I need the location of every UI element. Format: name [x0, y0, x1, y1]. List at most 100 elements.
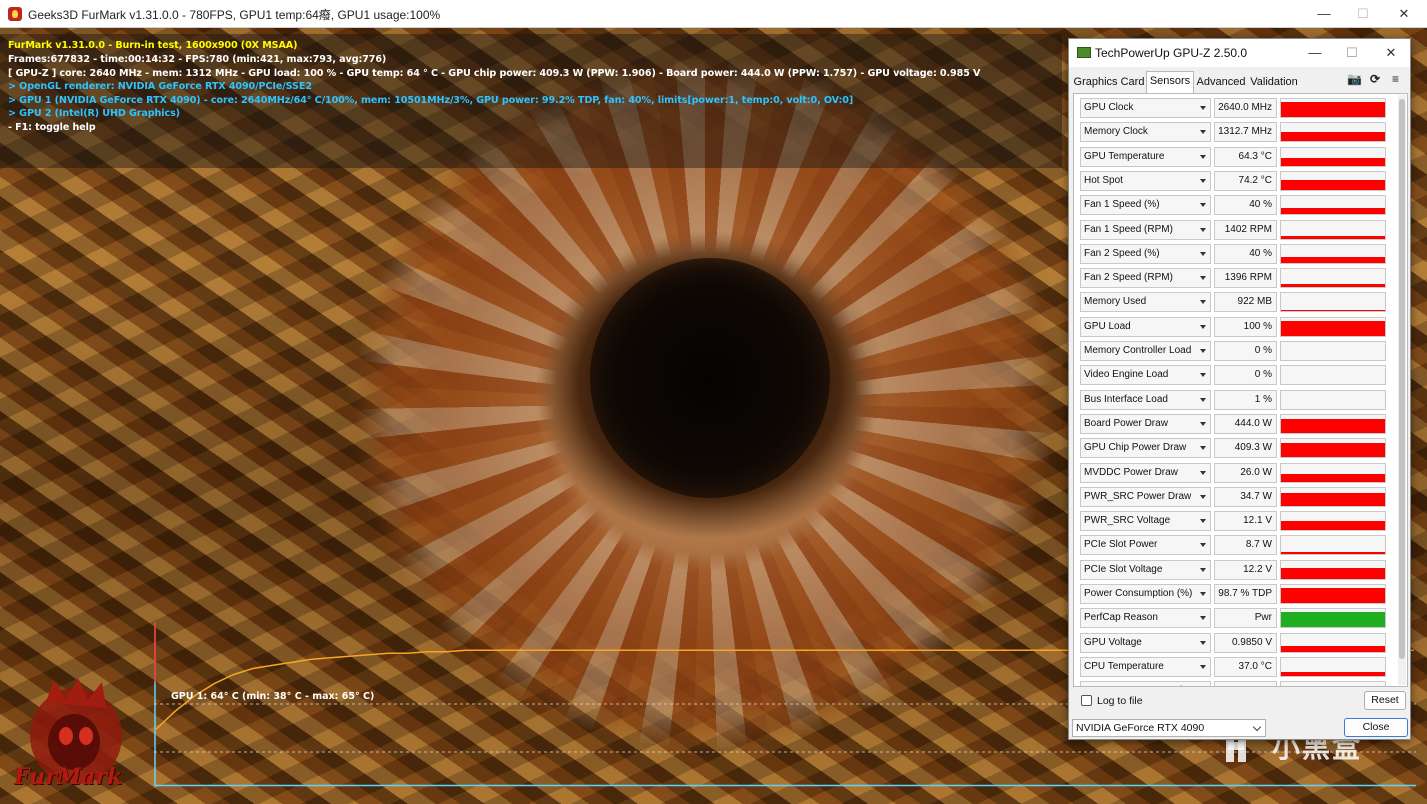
chevron-down-icon	[1200, 154, 1206, 159]
sensor-graph-fill	[1281, 284, 1385, 288]
sensor-graph-fill	[1281, 310, 1385, 312]
sensor-graph-fill	[1281, 473, 1385, 482]
chevron-down-icon	[1200, 324, 1206, 329]
chevron-down-icon	[1200, 567, 1206, 572]
sensor-graph	[1280, 341, 1386, 361]
sensor-scrollbar[interactable]	[1398, 95, 1406, 685]
chevron-down-icon	[1200, 592, 1206, 596]
sensor-graph	[1280, 170, 1386, 191]
sensor-graph-fill	[1281, 157, 1385, 166]
sensor-name-dropdown[interactable]: GPU Voltage	[1080, 632, 1211, 653]
sensor-graph	[1280, 413, 1386, 434]
sensor-graph-fill	[1281, 179, 1385, 190]
chevron-down-icon	[1200, 203, 1206, 208]
sensor-name-dropdown[interactable]: PWR_SRC Power Draw	[1080, 486, 1211, 507]
sensors-panel: GPU Clock 2640.0 MHz Memory Clock 1312.7 MH…	[1073, 93, 1408, 687]
tab-sensors[interactable]: Sensors	[1146, 71, 1194, 93]
chevron-down-icon	[1252, 722, 1262, 732]
sensor-name-dropdown[interactable]: PerfCap Reason	[1080, 608, 1211, 629]
gpuz-minimize-button[interactable]: —	[1296, 39, 1334, 67]
chevron-down-icon	[1200, 300, 1206, 305]
log-to-file-option[interactable]: Log to file	[1081, 695, 1143, 707]
gpu-select-value: NVIDIA GeForce RTX 4090	[1076, 722, 1205, 734]
chevron-down-icon	[1200, 227, 1206, 232]
sensor-name: Fan 1 Speed (%)	[1084, 199, 1160, 211]
gpu-select-dropdown[interactable]: NVIDIA GeForce RTX 4090	[1072, 719, 1266, 737]
close-button[interactable]: ✕	[1381, 0, 1427, 28]
sensor-value: 1396 RPM	[1214, 268, 1277, 289]
sensor-name-dropdown[interactable]: System Memory Used	[1080, 681, 1211, 686]
sensor-graph	[1280, 365, 1386, 386]
sensor-value: 40 %	[1214, 243, 1277, 264]
chevron-down-icon	[1200, 397, 1206, 402]
chevron-down-icon	[1200, 664, 1206, 669]
sensor-graph	[1280, 389, 1386, 410]
sensor-value: 7973 MB	[1214, 681, 1277, 686]
sensor-name-dropdown[interactable]: Fan 2 Speed (%)	[1080, 243, 1211, 264]
log-to-file-label: Log to file	[1097, 695, 1143, 707]
sensor-name-dropdown[interactable]: Bus Interface Load	[1080, 389, 1211, 410]
sensor-name-dropdown[interactable]: MVDDC Power Draw	[1080, 462, 1211, 483]
log-to-file-checkbox[interactable]	[1081, 695, 1092, 706]
tab-advanced[interactable]: Advanced	[1195, 73, 1247, 93]
sensor-value: 1 %	[1214, 389, 1277, 410]
sensor-name-dropdown[interactable]: Memory Clock	[1080, 122, 1211, 143]
sensor-name-dropdown[interactable]: Video Engine Load	[1080, 365, 1211, 386]
sensor-graph	[1280, 98, 1386, 118]
sensor-name-dropdown[interactable]: Board Power Draw	[1080, 413, 1211, 434]
sensor-value: 0 %	[1214, 341, 1277, 361]
sensor-name-dropdown[interactable]: Memory Used	[1080, 292, 1211, 313]
tab-validation[interactable]: Validation	[1249, 73, 1299, 93]
sensor-name: Memory Used	[1084, 296, 1147, 308]
sensor-name-dropdown[interactable]: GPU Temperature	[1080, 146, 1211, 167]
sensor-graph-fill	[1281, 671, 1385, 676]
maximize-button[interactable]: ☐	[1340, 0, 1386, 28]
sensor-name: Fan 2 Speed (%)	[1084, 247, 1160, 259]
gpuz-close-button[interactable]: ✕	[1372, 39, 1410, 67]
camera-icon[interactable]: 📷	[1347, 72, 1362, 86]
sensor-name: CPU Temperature	[1084, 660, 1164, 672]
sensor-graph-fill	[1281, 612, 1385, 628]
sensor-name-dropdown[interactable]: Memory Controller Load	[1080, 341, 1211, 361]
sensor-name-dropdown[interactable]: Hot Spot	[1080, 170, 1211, 191]
sensor-name-dropdown[interactable]: Fan 1 Speed (%)	[1080, 195, 1211, 216]
sensor-name: Memory Controller Load	[1084, 345, 1192, 356]
sensor-name: Bus Interface Load	[1084, 393, 1168, 405]
reset-button[interactable]: Reset	[1364, 691, 1406, 710]
chevron-down-icon	[1200, 616, 1206, 621]
sensor-name: GPU Chip Power Draw	[1084, 442, 1187, 454]
sensor-value: 2640.0 MHz	[1214, 98, 1277, 118]
gpuz-maximize-button[interactable]: ☐	[1333, 39, 1371, 67]
sensor-name-dropdown[interactable]: Power Consumption (%)	[1080, 584, 1211, 604]
sensor-name-dropdown[interactable]: GPU Chip Power Draw	[1080, 438, 1211, 459]
sensor-name-dropdown[interactable]: PCIe Slot Voltage	[1080, 559, 1211, 580]
tab-graphics-card[interactable]: Graphics Card	[1073, 73, 1145, 93]
close-window-button[interactable]: Close	[1344, 718, 1408, 737]
sensor-name-dropdown[interactable]: Fan 2 Speed (RPM)	[1080, 268, 1211, 289]
sensor-name: Power Consumption (%)	[1084, 588, 1193, 599]
menu-icon[interactable]: ≡	[1392, 72, 1399, 86]
sensor-graph	[1280, 462, 1386, 483]
sensor-graph-fill	[1281, 102, 1385, 117]
sensor-graph-fill	[1281, 567, 1385, 579]
chevron-down-icon	[1200, 519, 1206, 524]
sensor-name-dropdown[interactable]: GPU Load	[1080, 316, 1211, 337]
sensor-name: Fan 2 Speed (RPM)	[1084, 272, 1173, 284]
sensor-name-dropdown[interactable]: PWR_SRC Voltage	[1080, 511, 1211, 532]
sensor-name-dropdown[interactable]: CPU Temperature	[1080, 656, 1211, 677]
sensor-value: 100 %	[1214, 316, 1277, 337]
gpuz-title: TechPowerUp GPU-Z 2.50.0	[1095, 46, 1248, 60]
sensor-name: Fan 1 Speed (RPM)	[1084, 223, 1173, 235]
sensor-name-dropdown[interactable]: Fan 1 Speed (RPM)	[1080, 219, 1211, 240]
sensor-name-dropdown[interactable]: PCIe Slot Power	[1080, 535, 1211, 556]
sensor-value: 40 %	[1214, 195, 1277, 216]
chevron-down-icon	[1200, 349, 1206, 353]
refresh-icon[interactable]: ⟳	[1370, 72, 1380, 86]
sensor-name-dropdown[interactable]: GPU Clock	[1080, 98, 1211, 118]
chevron-down-icon	[1200, 106, 1206, 110]
overlay-line: FurMark v1.31.0.0 - Burn-in test, 1600x9…	[8, 40, 298, 51]
sensor-scrollbar-thumb[interactable]	[1399, 99, 1405, 659]
sensor-name: GPU Voltage	[1084, 636, 1142, 648]
chevron-down-icon	[1200, 373, 1206, 378]
sensor-graph	[1280, 632, 1386, 653]
